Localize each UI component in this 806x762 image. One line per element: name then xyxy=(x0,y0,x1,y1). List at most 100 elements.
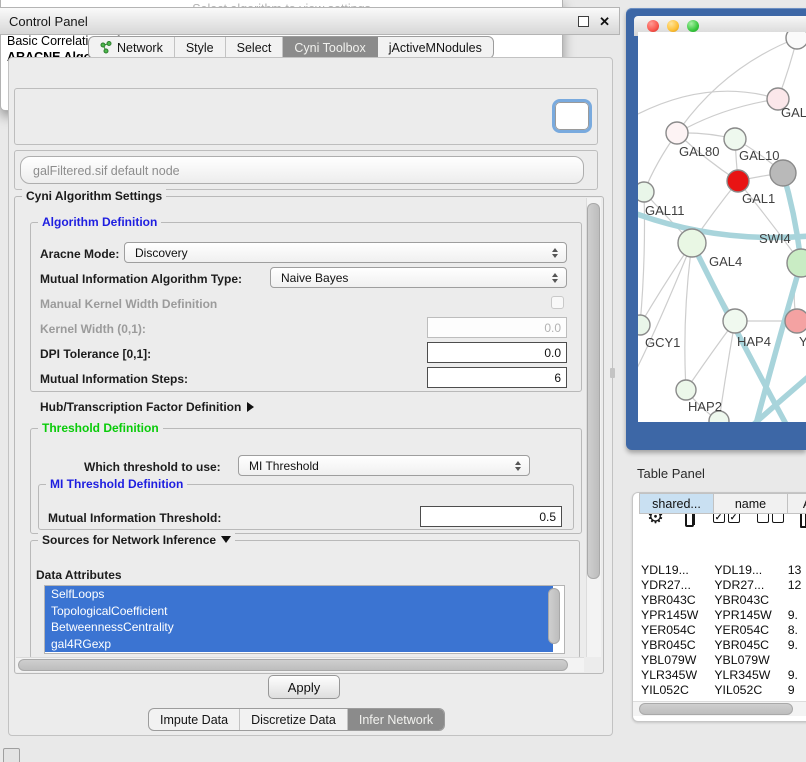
cell-shared-name[interactable]: YBL079W xyxy=(639,653,712,668)
table-row[interactable]: YER054C YER054C 8. xyxy=(639,623,806,638)
cell-name[interactable]: YIL052C xyxy=(712,683,785,698)
tab-discretize-data[interactable]: Discretize Data xyxy=(240,709,348,730)
cell-value[interactable]: 13 xyxy=(786,563,806,578)
network-edge[interactable] xyxy=(640,192,645,325)
table-data-combo[interactable]: galFiltered.sif default node xyxy=(20,156,584,184)
attribute-list-item[interactable]: SelfLoops xyxy=(45,586,553,603)
mi-algorithm-type-label: Mutual Information Algorithm Type: xyxy=(40,272,242,286)
cell-name[interactable]: YBR045C xyxy=(712,638,785,653)
cell-value[interactable]: 12 xyxy=(786,578,806,593)
cell-value[interactable]: 8. xyxy=(786,623,806,638)
attribute-list-item[interactable]: BetweennessCentrality xyxy=(45,619,553,636)
table-row[interactable]: YPR145W YPR145W 9. xyxy=(639,608,806,623)
cell-name[interactable]: YPR145W xyxy=(712,608,785,623)
table-row[interactable]: YIL052C YIL052C 9 xyxy=(639,683,806,698)
table-row[interactable]: YBR043C YBR043C xyxy=(639,593,806,608)
network-node[interactable] xyxy=(666,122,688,144)
close-traffic-light-icon[interactable] xyxy=(647,20,659,32)
cell-shared-name[interactable]: YBR045C xyxy=(639,638,712,653)
tab-cyni-toolbox[interactable]: Cyni Toolbox xyxy=(283,37,377,58)
network-node-label: GAL1 xyxy=(742,191,775,206)
table-row[interactable]: YBL079W YBL079W xyxy=(639,653,806,668)
settings-horizontal-scrollbar[interactable] xyxy=(18,659,568,671)
mi-steps-input[interactable] xyxy=(427,367,567,388)
tab-jactivemnodules[interactable]: jActiveMNodules xyxy=(378,37,493,58)
mi-algorithm-type-select[interactable]: Naive Bayes xyxy=(270,267,567,288)
table-data-combo-value: galFiltered.sif default node xyxy=(33,164,180,178)
tab-network[interactable]: Network xyxy=(89,37,175,58)
cell-name[interactable]: YBL079W xyxy=(712,653,785,668)
apply-button[interactable]: Apply xyxy=(268,675,340,699)
network-node[interactable] xyxy=(786,32,806,49)
sources-title[interactable]: Sources for Network Inference xyxy=(38,533,235,547)
cell-shared-name[interactable]: YER054C xyxy=(639,623,712,638)
table-row[interactable]: YDL19... YDL19... 13 xyxy=(639,563,806,578)
attribute-list-scrollbar[interactable] xyxy=(548,588,560,644)
bottom-left-mini-button[interactable] xyxy=(3,748,20,762)
network-node[interactable] xyxy=(787,249,806,277)
algorithm-combo-focus-ring[interactable] xyxy=(552,99,592,133)
network-node[interactable] xyxy=(678,229,706,257)
float-window-icon[interactable] xyxy=(578,16,589,27)
network-edge[interactable] xyxy=(677,38,797,133)
aracne-mode-select[interactable]: Discovery xyxy=(124,242,567,263)
splitter-handle[interactable] xyxy=(610,368,615,378)
column-header-name[interactable]: name xyxy=(713,493,788,514)
network-node[interactable] xyxy=(638,315,650,335)
network-node[interactable] xyxy=(723,309,747,333)
minimize-traffic-light-icon[interactable] xyxy=(667,20,679,32)
cell-shared-name[interactable]: YDL19... xyxy=(639,563,712,578)
hub-definition-label: Hub/Transcription Factor Definition xyxy=(40,400,241,414)
tab-select[interactable]: Select xyxy=(226,37,284,58)
cell-name[interactable]: YLR345W xyxy=(712,668,785,683)
network-node[interactable] xyxy=(785,309,806,333)
tab-infer-network[interactable]: Infer Network xyxy=(348,709,444,730)
settings-vertical-scrollbar[interactable] xyxy=(587,203,600,579)
table-horizontal-scrollbar[interactable] xyxy=(639,703,793,715)
column-header-third[interactable]: A xyxy=(787,493,806,514)
zoom-traffic-light-icon[interactable] xyxy=(687,20,699,32)
network-node[interactable] xyxy=(676,380,696,400)
mi-threshold-input[interactable] xyxy=(420,506,562,527)
dpi-tolerance-input[interactable] xyxy=(427,342,567,363)
kernel-width-input[interactable] xyxy=(427,317,567,338)
network-canvas[interactable]: GALGAL80GAL10GAL1GAL11SWI4GAL4GCY1HAP4YH… xyxy=(638,32,806,422)
network-node[interactable] xyxy=(770,160,796,186)
cell-value[interactable] xyxy=(786,653,806,668)
attribute-list-item[interactable]: TopologicalCoefficient xyxy=(45,603,553,620)
cell-name[interactable]: YDR27... xyxy=(712,578,785,593)
cell-shared-name[interactable]: YPR145W xyxy=(639,608,712,623)
cell-shared-name[interactable]: YLR345W xyxy=(639,668,712,683)
cell-value[interactable]: 9. xyxy=(786,608,806,623)
column-header-shared-name[interactable]: shared... xyxy=(639,493,714,514)
network-edge[interactable] xyxy=(638,243,692,382)
close-icon[interactable]: ✕ xyxy=(599,15,610,28)
network-edge[interactable] xyxy=(677,99,778,133)
hub-definition-expander[interactable]: Hub/Transcription Factor Definition xyxy=(40,400,254,414)
network-node[interactable] xyxy=(724,128,746,150)
cell-value[interactable]: 9. xyxy=(786,668,806,683)
cell-value[interactable]: 9. xyxy=(786,638,806,653)
network-node[interactable] xyxy=(727,170,749,192)
cell-value[interactable]: 9 xyxy=(786,683,806,698)
cell-value[interactable] xyxy=(786,593,806,608)
table-row[interactable]: YBR045C YBR045C 9. xyxy=(639,638,806,653)
tab-impute-data-label: Impute Data xyxy=(160,713,228,727)
attribute-list-item[interactable]: gal4RGexp xyxy=(45,636,553,653)
tab-impute-data[interactable]: Impute Data xyxy=(149,709,240,730)
table-row[interactable]: YDR27... YDR27... 12 xyxy=(639,578,806,593)
cell-shared-name[interactable]: YDR27... xyxy=(639,578,712,593)
cell-shared-name[interactable]: YBR043C xyxy=(639,593,712,608)
network-node[interactable] xyxy=(638,182,654,202)
network-node-label: GAL10 xyxy=(739,148,779,163)
cell-shared-name[interactable]: YIL052C xyxy=(639,683,712,698)
cell-name[interactable]: YBR043C xyxy=(712,593,785,608)
cell-name[interactable]: YER054C xyxy=(712,623,785,638)
tab-style[interactable]: Style xyxy=(175,37,226,58)
manual-kernel-width-checkbox[interactable] xyxy=(551,296,564,309)
bottom-tabbar: Impute Data Discretize Data Infer Networ… xyxy=(148,708,445,731)
which-threshold-select[interactable]: MI Threshold xyxy=(238,455,530,476)
cell-name[interactable]: YDL19... xyxy=(712,563,785,578)
table-row[interactable]: YLR345W YLR345W 9. xyxy=(639,668,806,683)
network-edge[interactable] xyxy=(685,243,692,390)
